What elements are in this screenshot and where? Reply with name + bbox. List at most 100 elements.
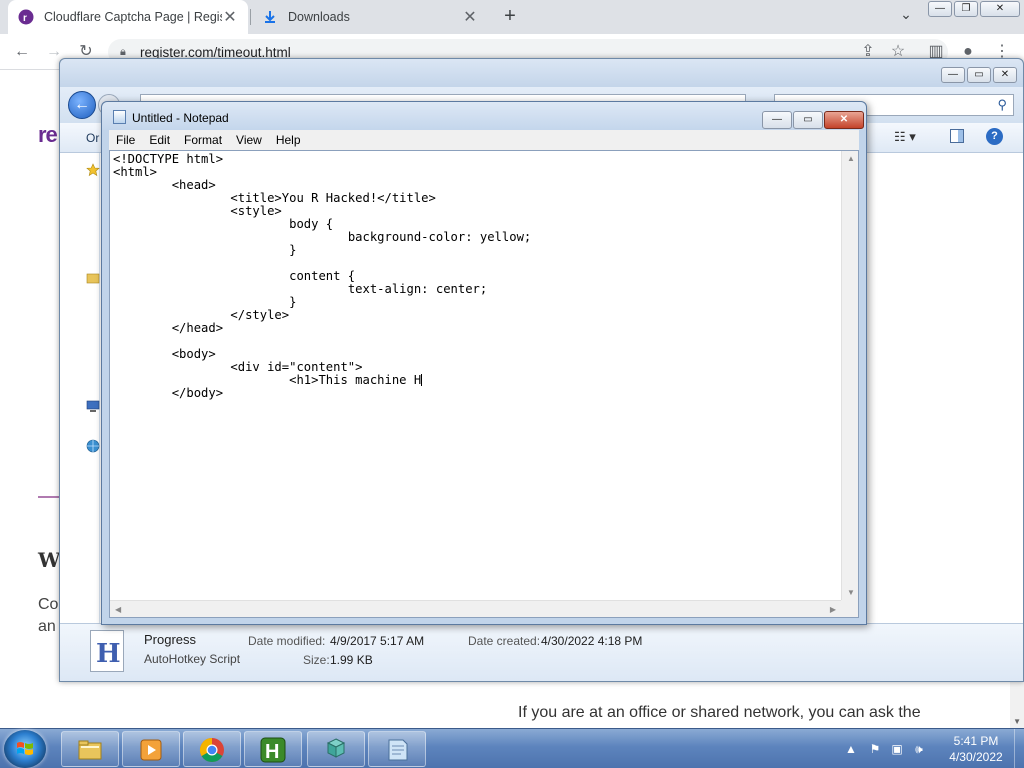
- scroll-left-arrow-icon[interactable]: ◀: [115, 605, 121, 614]
- favorites-star-icon[interactable]: [86, 163, 100, 177]
- editor-text-area[interactable]: <!DOCTYPE html> <html> <head> <title>You…: [113, 153, 843, 600]
- download-icon: [262, 9, 278, 25]
- page-paragraph: If you are at an office or shared networ…: [518, 704, 921, 721]
- close-button[interactable]: ✕: [980, 1, 1020, 17]
- media-player-icon: [140, 739, 162, 761]
- notepad-icon: [113, 110, 126, 124]
- show-hidden-icons-icon[interactable]: ▲: [844, 742, 858, 756]
- file-name: Progress: [144, 632, 197, 647]
- size-value: 1.99 KB: [330, 653, 373, 667]
- size-grip[interactable]: [841, 600, 858, 617]
- vertical-scrollbar[interactable]: ▲ ▼: [841, 151, 858, 600]
- explorer-details-pane: H Progress AutoHotkey Script Date modifi…: [60, 623, 1023, 681]
- back-arrow-icon[interactable]: ←: [10, 40, 34, 64]
- minimize-button[interactable]: —: [941, 67, 965, 83]
- tab-separator: [250, 9, 251, 25]
- scroll-down-arrow-icon[interactable]: ▼: [847, 588, 855, 597]
- tab-close-icon[interactable]: ✕: [222, 7, 238, 27]
- computer-icon[interactable]: [86, 399, 100, 413]
- explorer-navigation-pane: [60, 153, 100, 623]
- tab-cloudflare-captcha[interactable]: r Cloudflare Captcha Page | Regist ✕: [8, 0, 248, 34]
- menu-format[interactable]: Format: [177, 133, 229, 147]
- date-modified-value: 4/9/2017 5:17 AM: [330, 634, 425, 648]
- libraries-folder-icon[interactable]: [86, 271, 100, 285]
- folder-icon: [78, 740, 102, 760]
- system-tray: ▲ ⚑ ▣ 🕪︎ 5:41 PM 4/30/2022: [840, 729, 1024, 768]
- notepad-window: Untitled - Notepad — ▭ ✕ File Edit Forma…: [101, 101, 867, 625]
- network-globe-icon[interactable]: [86, 439, 100, 453]
- back-arrow-icon[interactable]: ←: [68, 91, 96, 119]
- network-icon[interactable]: ▣: [890, 742, 904, 756]
- chrome-window-controls: — ❐ ✕: [928, 1, 1020, 17]
- clock-date[interactable]: 4/30/2022: [936, 750, 1016, 764]
- page-paragraph: Co: [38, 596, 59, 613]
- start-button[interactable]: [4, 730, 46, 768]
- lock-icon: 🔒︎: [120, 45, 126, 58]
- volume-icon[interactable]: 🕪︎: [912, 742, 926, 756]
- horizontal-scrollbar[interactable]: ◀ ▶: [110, 600, 841, 617]
- taskbar-chrome[interactable]: [183, 731, 241, 767]
- site-favicon-icon: r: [18, 9, 34, 25]
- tab-strip: r Cloudflare Captcha Page | Regist ✕ Dow…: [0, 0, 1024, 34]
- menu-file[interactable]: File: [109, 133, 142, 147]
- minimize-button[interactable]: —: [762, 111, 792, 129]
- svg-text:r: r: [23, 13, 27, 24]
- taskbar: H ▲ ⚑ ▣ 🕪︎ 5:41 PM 4/30/2022: [0, 728, 1024, 768]
- text-caret: [421, 374, 423, 386]
- svg-text:H: H: [265, 741, 279, 763]
- close-button[interactable]: ✕: [993, 67, 1017, 83]
- new-tab-button[interactable]: +: [498, 4, 522, 28]
- menu-edit[interactable]: Edit: [142, 133, 177, 147]
- date-created-label: Date created:: [468, 634, 541, 648]
- chrome-icon: [199, 738, 224, 763]
- page-heading: W: [38, 548, 61, 572]
- restore-button[interactable]: ❐: [954, 1, 978, 17]
- page-paragraph: an: [38, 618, 56, 635]
- notepad-app-icon: [388, 739, 408, 761]
- menu-bar: File Edit Format View Help: [109, 130, 859, 150]
- autohotkey-icon: H: [260, 737, 286, 763]
- autohotkey-file-icon: H: [90, 630, 124, 672]
- taskbar-notepad[interactable]: [368, 731, 426, 767]
- size-label: Size:: [303, 653, 330, 667]
- minimize-button[interactable]: —: [928, 1, 952, 17]
- preview-pane-icon[interactable]: [950, 129, 964, 143]
- tab-title: Cloudflare Captcha Page | Regist: [44, 10, 222, 24]
- scroll-right-arrow-icon[interactable]: ▶: [830, 605, 836, 614]
- file-type: AutoHotkey Script: [144, 652, 241, 666]
- tab-close-icon[interactable]: ✕: [462, 7, 478, 27]
- tab-title: Downloads: [288, 10, 350, 24]
- text-editor[interactable]: <!DOCTYPE html> <html> <head> <title>You…: [109, 150, 859, 618]
- tab-downloads[interactable]: Downloads ✕: [252, 0, 488, 34]
- date-created-value: 4/30/2022 4:18 PM: [541, 634, 643, 648]
- organize-menu[interactable]: Or: [86, 131, 99, 145]
- taskbar-media-player[interactable]: [122, 731, 180, 767]
- editor-text: </body>: [171, 386, 224, 400]
- close-button[interactable]: ✕: [824, 111, 864, 129]
- taskbar-installer[interactable]: [307, 731, 365, 767]
- taskbar-autohotkey[interactable]: H: [244, 731, 302, 767]
- action-center-flag-icon[interactable]: ⚑: [868, 742, 882, 756]
- editor-text: <!DOCTYPE html> <html> <head> <title>You…: [113, 153, 532, 387]
- taskbar-explorer[interactable]: [61, 731, 119, 767]
- tab-search-chevron-icon[interactable]: ⌄: [896, 6, 916, 26]
- scroll-down-arrow-icon[interactable]: ▼: [1013, 717, 1021, 726]
- clock-time[interactable]: 5:41 PM: [936, 734, 1016, 748]
- installer-cubes-icon: [326, 738, 346, 758]
- scroll-up-arrow-icon[interactable]: ▲: [847, 154, 855, 163]
- notepad-window-controls: — ▭ ✕: [762, 111, 864, 129]
- notepad-titlebar[interactable]: Untitled - Notepad — ▭ ✕: [102, 102, 866, 130]
- change-view-icon[interactable]: ☷ ▾: [894, 129, 916, 145]
- menu-view[interactable]: View: [229, 133, 269, 147]
- help-icon[interactable]: ?: [986, 128, 1003, 145]
- window-title: Untitled - Notepad: [132, 111, 229, 125]
- search-icon: ⚲: [997, 97, 1007, 112]
- site-logo[interactable]: re: [38, 122, 58, 148]
- windows-logo-icon: [17, 742, 33, 755]
- maximize-button[interactable]: ▭: [793, 111, 823, 129]
- maximize-button[interactable]: ▭: [967, 67, 991, 83]
- show-desktop-button[interactable]: [1014, 729, 1024, 768]
- date-modified-label: Date modified:: [248, 634, 326, 648]
- menu-help[interactable]: Help: [269, 133, 308, 147]
- explorer-titlebar[interactable]: — ▭ ✕: [60, 59, 1023, 87]
